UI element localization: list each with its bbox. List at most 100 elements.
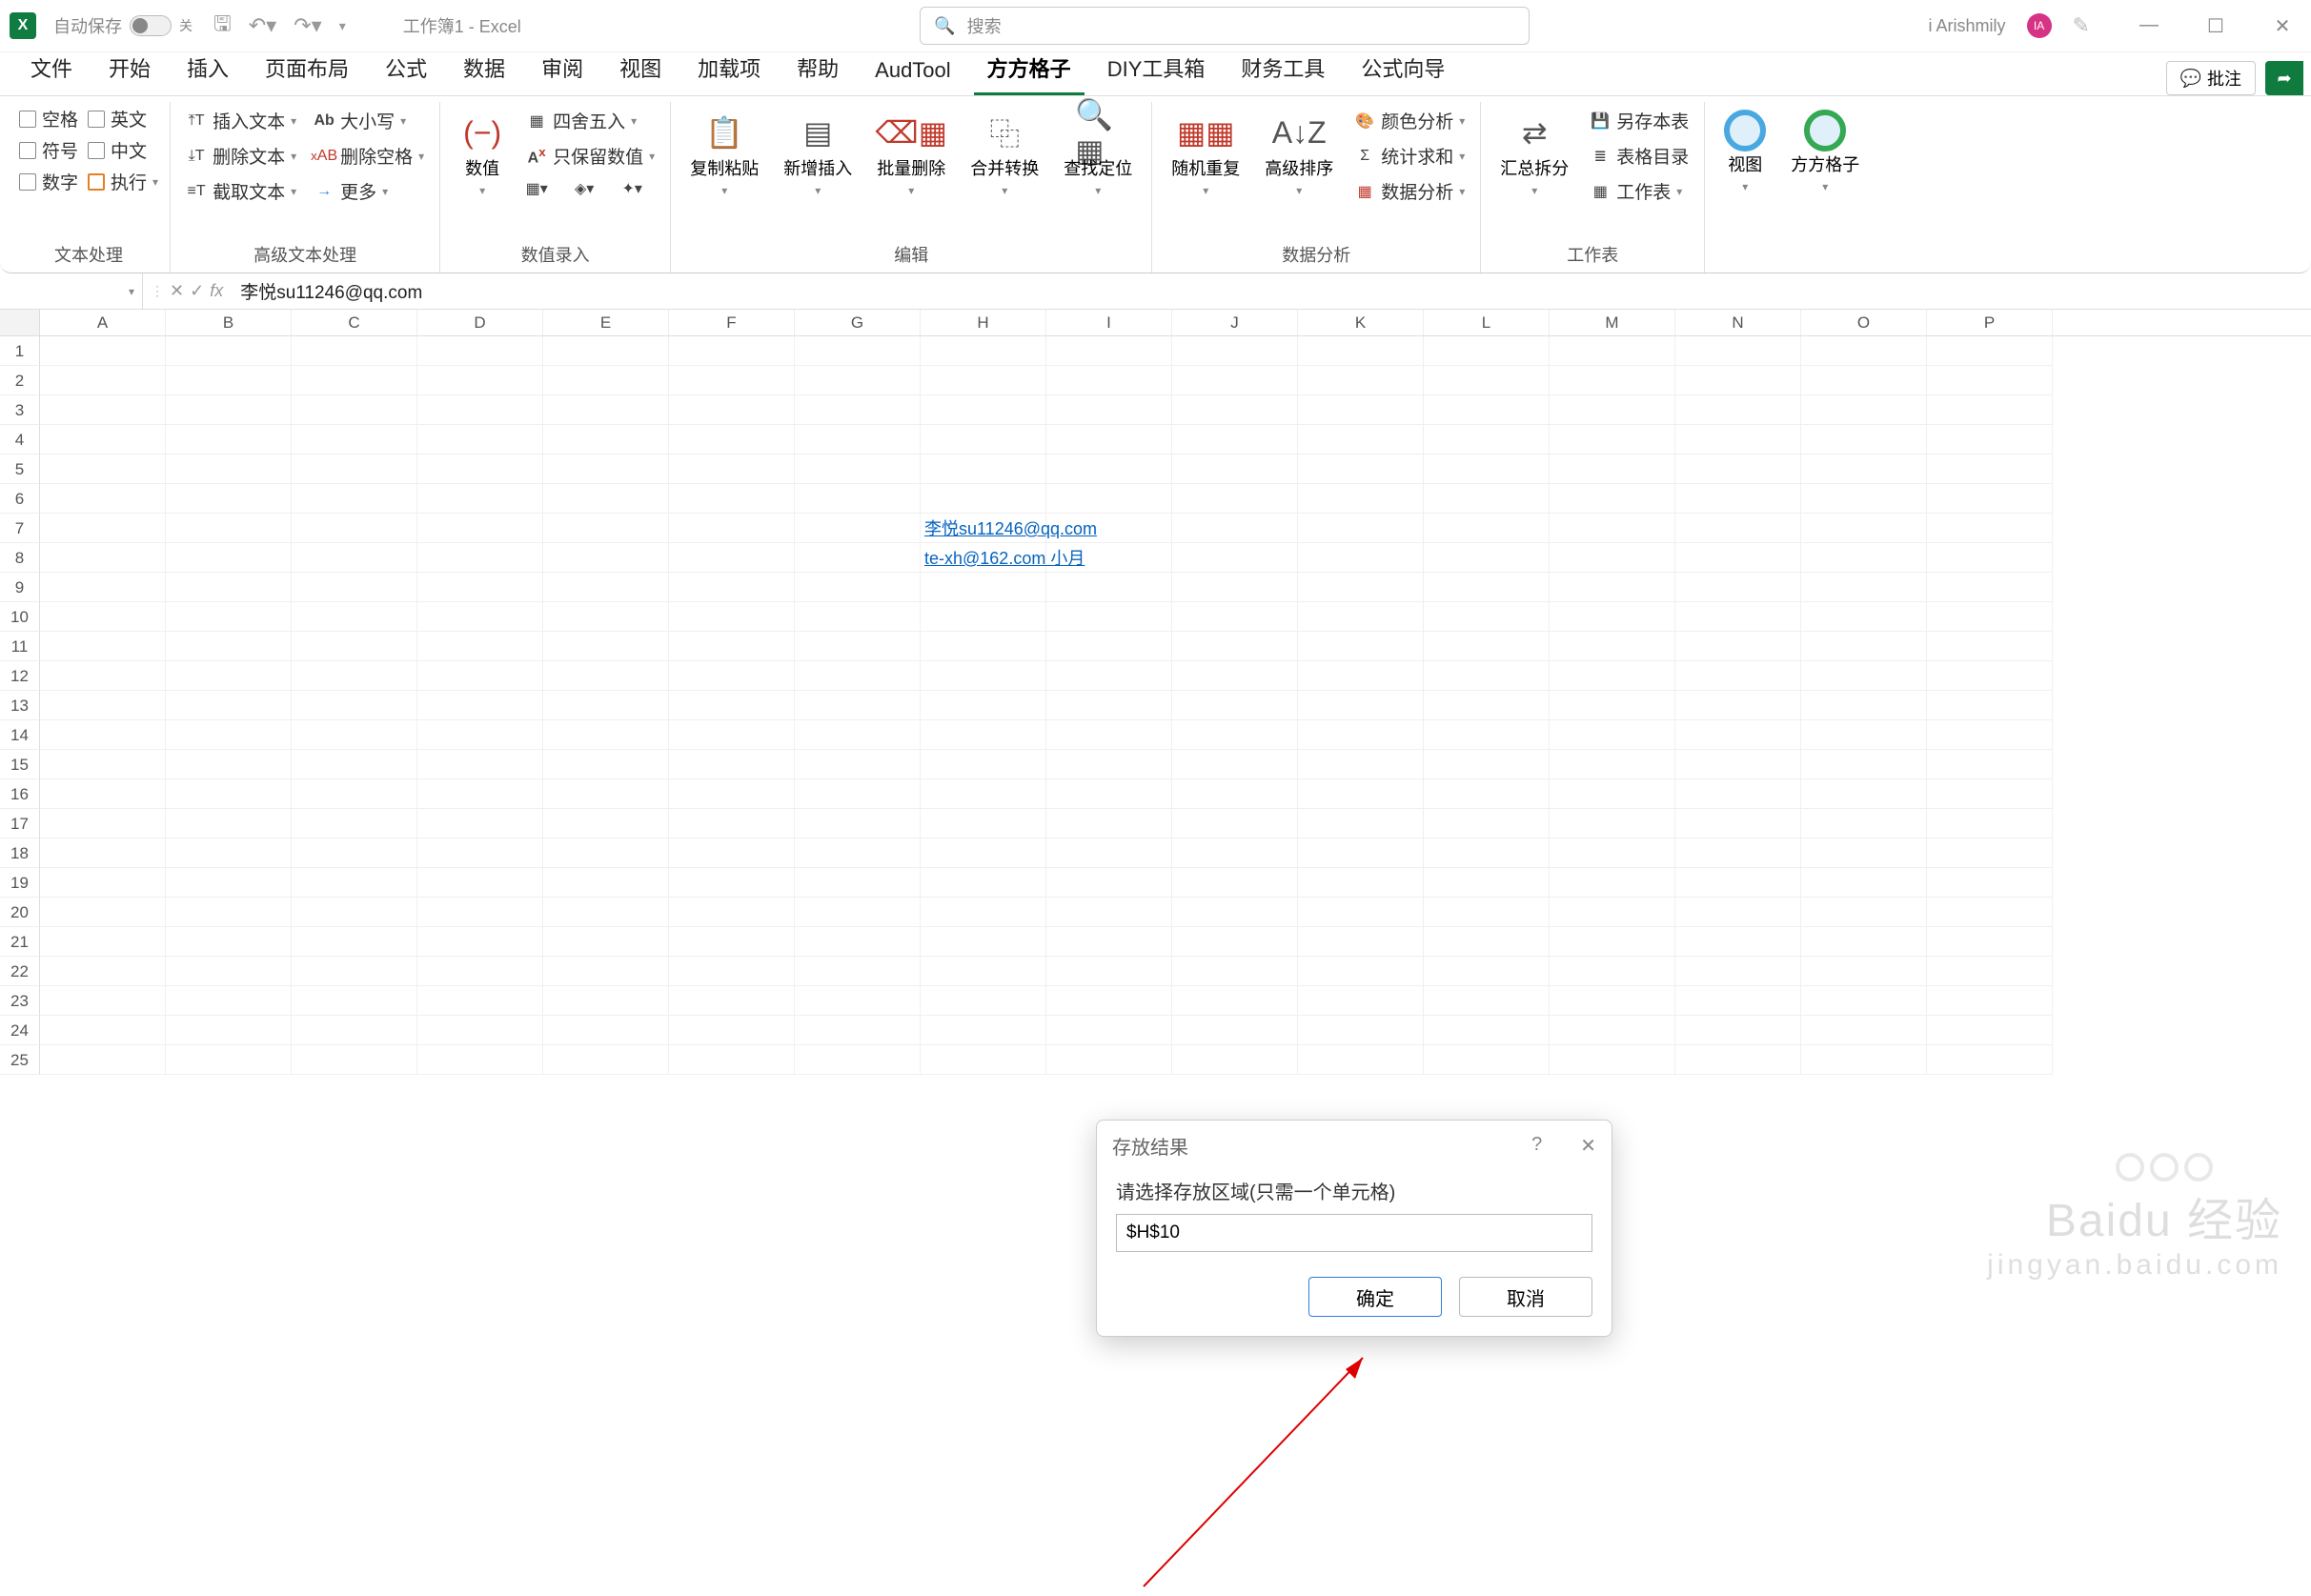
cell-N1[interactable]	[1675, 336, 1801, 366]
cell-L13[interactable]	[1424, 691, 1550, 720]
tab-视图[interactable]: 视图	[606, 45, 675, 95]
cell-C16[interactable]	[292, 779, 417, 809]
cell-L5[interactable]	[1424, 455, 1550, 484]
cell-M10[interactable]	[1550, 602, 1675, 632]
btn-copy-paste[interactable]: 📋复制粘贴	[682, 106, 766, 201]
cell-G15[interactable]	[795, 750, 921, 779]
cell-C13[interactable]	[292, 691, 417, 720]
cell-J10[interactable]	[1172, 602, 1298, 632]
cell-B7[interactable]	[166, 514, 292, 543]
cell-O23[interactable]	[1801, 986, 1927, 1016]
cell-L11[interactable]	[1424, 632, 1550, 661]
autosave[interactable]: 自动保存 关	[53, 13, 193, 38]
cell-I4[interactable]	[1046, 425, 1172, 455]
cell-D19[interactable]	[417, 868, 543, 898]
cell-N5[interactable]	[1675, 455, 1801, 484]
cell-G11[interactable]	[795, 632, 921, 661]
cell-P19[interactable]	[1927, 868, 2053, 898]
cell-D13[interactable]	[417, 691, 543, 720]
btn-random-dup[interactable]: ▦▦随机重复	[1164, 106, 1247, 201]
btn-del-space[interactable]: xAB删除空格	[310, 141, 428, 171]
cell-L17[interactable]	[1424, 809, 1550, 838]
cell-P10[interactable]	[1927, 602, 2053, 632]
cell-P21[interactable]	[1927, 927, 2053, 957]
cell-A20[interactable]	[40, 898, 166, 927]
cell-P11[interactable]	[1927, 632, 2053, 661]
cell-F8[interactable]	[669, 543, 795, 573]
cell-B23[interactable]	[166, 986, 292, 1016]
col-header-H[interactable]: H	[921, 310, 1046, 335]
tab-财务工具[interactable]: 财务工具	[1227, 45, 1338, 95]
cell-C19[interactable]	[292, 868, 417, 898]
cell-D20[interactable]	[417, 898, 543, 927]
cell-C18[interactable]	[292, 838, 417, 868]
cell-G2[interactable]	[795, 366, 921, 395]
cell-P8[interactable]	[1927, 543, 2053, 573]
col-header-J[interactable]: J	[1172, 310, 1298, 335]
cell-I25[interactable]	[1046, 1045, 1172, 1075]
cell-O4[interactable]	[1801, 425, 1927, 455]
cell-I3[interactable]	[1046, 395, 1172, 425]
pen-icon[interactable]: ✎	[2073, 13, 2090, 38]
cell-A15[interactable]	[40, 750, 166, 779]
cell-B25[interactable]	[166, 1045, 292, 1075]
cell-L9[interactable]	[1424, 573, 1550, 602]
cell-H19[interactable]	[921, 868, 1046, 898]
cell-C10[interactable]	[292, 602, 417, 632]
col-header-A[interactable]: A	[40, 310, 166, 335]
col-header-C[interactable]: C	[292, 310, 417, 335]
cell-B16[interactable]	[166, 779, 292, 809]
cell-O21[interactable]	[1801, 927, 1927, 957]
cell-E23[interactable]	[543, 986, 669, 1016]
cell-J11[interactable]	[1172, 632, 1298, 661]
cell-H10[interactable]	[921, 602, 1046, 632]
cell-N19[interactable]	[1675, 868, 1801, 898]
row-header[interactable]: 4	[0, 425, 40, 455]
cell-J8[interactable]	[1172, 543, 1298, 573]
cell-K2[interactable]	[1298, 366, 1424, 395]
cell-A3[interactable]	[40, 395, 166, 425]
dialog-range-input[interactable]	[1116, 1214, 1592, 1252]
minimize-button[interactable]: —	[2130, 14, 2168, 38]
cell-L2[interactable]	[1424, 366, 1550, 395]
col-header-N[interactable]: N	[1675, 310, 1801, 335]
cell-L21[interactable]	[1424, 927, 1550, 957]
cell-G21[interactable]	[795, 927, 921, 957]
cell-L7[interactable]	[1424, 514, 1550, 543]
autosave-toggle[interactable]	[130, 15, 172, 36]
cell-C1[interactable]	[292, 336, 417, 366]
cell-A2[interactable]	[40, 366, 166, 395]
cell-I7[interactable]	[1046, 514, 1172, 543]
cell-N21[interactable]	[1675, 927, 1801, 957]
cell-B9[interactable]	[166, 573, 292, 602]
cell-K14[interactable]	[1298, 720, 1424, 750]
row-header[interactable]: 15	[0, 750, 40, 779]
chk-execute[interactable]: 执行▾	[88, 169, 158, 194]
cell-H2[interactable]	[921, 366, 1046, 395]
diamond-icon[interactable]: ◈▾	[574, 178, 595, 199]
cell-H6[interactable]	[921, 484, 1046, 514]
cell-O3[interactable]	[1801, 395, 1927, 425]
btn-color-analyze[interactable]: 🎨颜色分析	[1350, 106, 1469, 135]
cell-H16[interactable]	[921, 779, 1046, 809]
cell-H8[interactable]: te-xh@162.com 小月	[921, 543, 1046, 573]
cell-G19[interactable]	[795, 868, 921, 898]
share-button[interactable]: ➦	[2265, 61, 2303, 95]
spreadsheet-grid[interactable]: ABCDEFGHIJKLMNOP 1234567李悦su11246@qq.com…	[0, 310, 2311, 1329]
cell-H24[interactable]	[921, 1016, 1046, 1045]
cell-G1[interactable]	[795, 336, 921, 366]
cell-I16[interactable]	[1046, 779, 1172, 809]
col-header-B[interactable]: B	[166, 310, 292, 335]
cell-M5[interactable]	[1550, 455, 1675, 484]
cell-G14[interactable]	[795, 720, 921, 750]
cell-O20[interactable]	[1801, 898, 1927, 927]
row-header[interactable]: 6	[0, 484, 40, 514]
cell-C11[interactable]	[292, 632, 417, 661]
cell-I2[interactable]	[1046, 366, 1172, 395]
col-header-G[interactable]: G	[795, 310, 921, 335]
btn-worksheet[interactable]: ▦工作表	[1586, 176, 1693, 206]
cell-N12[interactable]	[1675, 661, 1801, 691]
cell-K6[interactable]	[1298, 484, 1424, 514]
cell-G9[interactable]	[795, 573, 921, 602]
row-header[interactable]: 21	[0, 927, 40, 957]
